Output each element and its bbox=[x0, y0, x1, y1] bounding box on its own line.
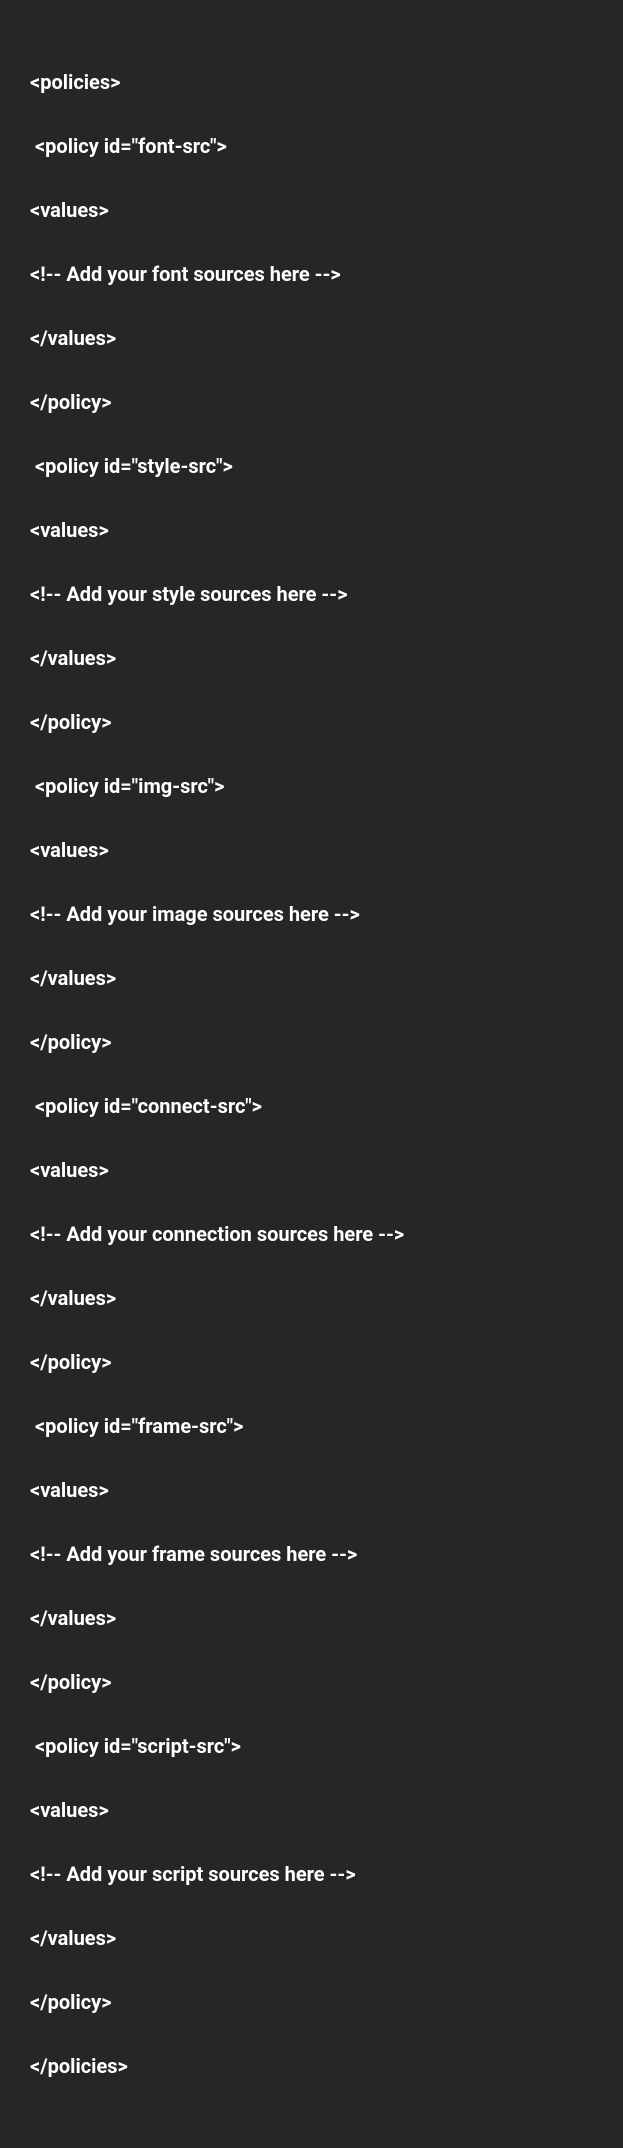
code-line: <policy id="script-src"> bbox=[30, 1730, 593, 1762]
code-line: </values> bbox=[30, 322, 593, 354]
code-line: </policy> bbox=[30, 1666, 593, 1698]
code-line: <values> bbox=[30, 194, 593, 226]
code-line: <policy id="frame-src"> bbox=[30, 1410, 593, 1442]
code-line: <values> bbox=[30, 834, 593, 866]
code-line: <policy id="img-src"> bbox=[30, 770, 593, 802]
code-line: <!-- Add your script sources here --> bbox=[30, 1858, 593, 1890]
code-line: <policies> bbox=[30, 66, 593, 98]
code-line: </values> bbox=[30, 962, 593, 994]
code-line: <values> bbox=[30, 1154, 593, 1186]
code-line: <!-- Add your font sources here --> bbox=[30, 258, 593, 290]
code-line: </values> bbox=[30, 1602, 593, 1634]
code-line: <values> bbox=[30, 514, 593, 546]
code-block: <policies> <policy id="font-src"> <value… bbox=[30, 34, 593, 2114]
code-line: <values> bbox=[30, 1474, 593, 1506]
code-line: </policy> bbox=[30, 706, 593, 738]
code-line: </policy> bbox=[30, 1346, 593, 1378]
code-line: </policies> bbox=[30, 2050, 593, 2082]
code-line: <!-- Add your frame sources here --> bbox=[30, 1538, 593, 1570]
code-line: <!-- Add your style sources here --> bbox=[30, 578, 593, 610]
code-line: <policy id="connect-src"> bbox=[30, 1090, 593, 1122]
code-line: </values> bbox=[30, 1922, 593, 1954]
code-line: <!-- Add your connection sources here --… bbox=[30, 1218, 593, 1250]
code-line: <policy id="font-src"> bbox=[30, 130, 593, 162]
code-line: <policy id="style-src"> bbox=[30, 450, 593, 482]
code-line: </values> bbox=[30, 1282, 593, 1314]
code-line: </policy> bbox=[30, 386, 593, 418]
code-line: <values> bbox=[30, 1794, 593, 1826]
code-line: </policy> bbox=[30, 1986, 593, 2018]
code-line: </policy> bbox=[30, 1026, 593, 1058]
code-line: <!-- Add your image sources here --> bbox=[30, 898, 593, 930]
code-line: </values> bbox=[30, 642, 593, 674]
